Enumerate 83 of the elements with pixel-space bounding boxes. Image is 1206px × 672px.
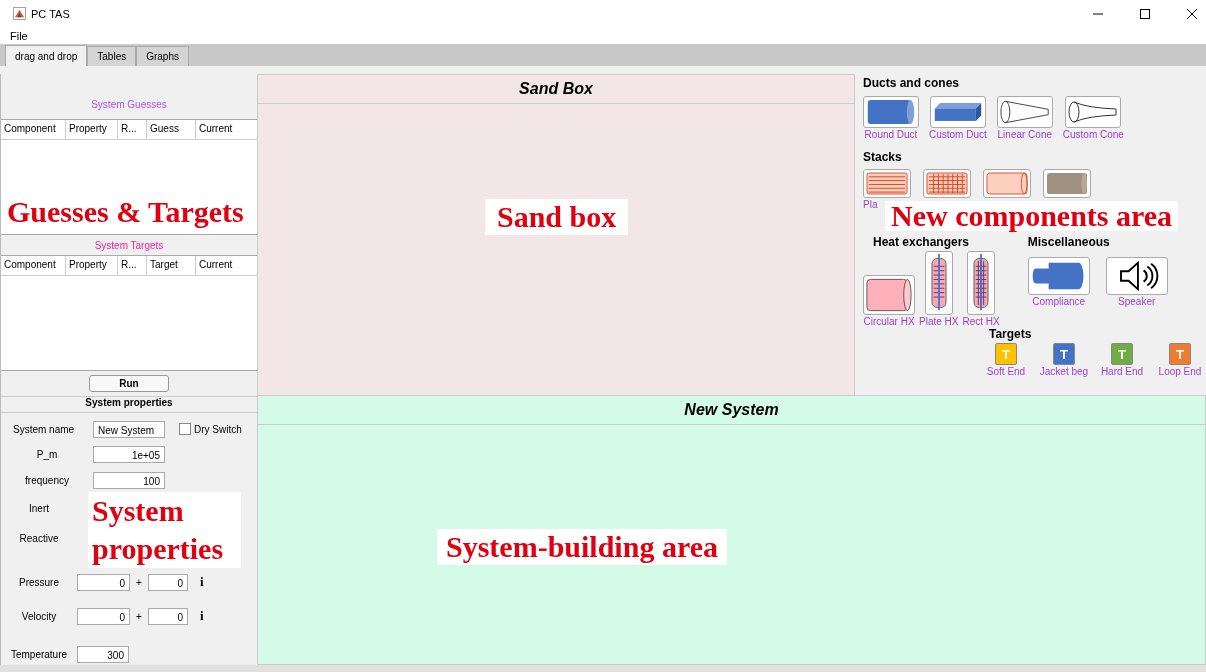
component-tile[interactable] (863, 96, 919, 128)
input-field[interactable]: 300 (77, 645, 129, 663)
component-tile[interactable] (924, 251, 953, 315)
tab[interactable]: Tables (87, 46, 137, 66)
component-tile[interactable] (996, 96, 1053, 128)
panel-title: New System (684, 401, 779, 419)
run-button[interactable]: Run (89, 375, 169, 392)
checkbox[interactable] (179, 423, 191, 435)
component-tile[interactable] (1105, 257, 1168, 295)
component-label: Circular HX (863, 316, 915, 327)
field-label: Temperature (9, 648, 69, 660)
input-field[interactable]: 1e+05 (93, 445, 165, 463)
component-label: Loop End (1158, 366, 1202, 377)
field-label: Velocity (20, 610, 58, 622)
section-heading: Stacks (863, 150, 903, 166)
section-heading: Heat exchangers (873, 235, 971, 251)
component-label: Speaker (1118, 296, 1156, 307)
annotation-label: System properties (88, 492, 241, 568)
component-label: Rect HX (962, 316, 1000, 327)
guesses-title: System Guesses (91, 99, 167, 110)
window-title: PC TAS (31, 7, 70, 20)
targets-title: System Targets (94, 239, 164, 251)
component-tile[interactable] (1043, 169, 1091, 198)
checkbox-label: Dry Switch (194, 423, 242, 435)
field-label: Pressure (18, 576, 60, 588)
input-field[interactable]: 0 (77, 607, 130, 625)
field-label: Reactive (18, 532, 60, 544)
component-label: Custom Duct (929, 129, 987, 140)
field-label: System name (12, 423, 76, 435)
component-label: Custom Cone (1062, 129, 1124, 140)
column-header[interactable]: Property (66, 120, 118, 139)
column-header[interactable]: Current (196, 120, 257, 139)
annotation-label: System-building area (437, 529, 727, 565)
component-label: Linear Cone (997, 129, 1053, 140)
component-tile[interactable] (1065, 96, 1122, 128)
column-header[interactable]: Component (1, 256, 66, 275)
column-header[interactable]: R... (118, 120, 147, 139)
column-header[interactable]: Component (1, 120, 66, 139)
section-heading: Ducts and cones (863, 76, 961, 92)
tab[interactable]: Graphs (136, 46, 189, 66)
input-field[interactable]: 0 (148, 573, 188, 591)
imaginary-unit: i (200, 608, 204, 624)
annotation-label: Sand box (485, 199, 629, 235)
target-button[interactable]: T (1053, 343, 1075, 365)
close-icon[interactable] (1187, 8, 1197, 19)
component-tile[interactable] (929, 96, 986, 128)
component-label: Compliance (1032, 296, 1086, 307)
column-header[interactable]: Current (196, 256, 257, 275)
input-field[interactable]: 0 (148, 607, 188, 625)
column-header[interactable]: Target (147, 256, 196, 275)
section-heading: Miscellaneous (1027, 235, 1111, 251)
component-label: Soft End (986, 366, 1026, 377)
plus-sign: + (135, 610, 143, 622)
column-header[interactable]: Property (66, 256, 118, 275)
component-label: Round Duct (864, 129, 918, 140)
component-label: Pla (863, 199, 878, 210)
imaginary-unit: i (200, 574, 204, 590)
field-label: P_m (35, 448, 59, 460)
component-tile[interactable] (863, 275, 915, 315)
component-tile[interactable] (1027, 257, 1090, 295)
component-label: Jacket beg (1039, 366, 1089, 377)
section-title: System properties (85, 397, 173, 410)
plus-sign: + (135, 576, 143, 588)
section-heading: Targets (989, 327, 1033, 343)
field-label: frequency (24, 474, 70, 486)
system-name-field[interactable]: New System (93, 420, 165, 438)
menu-item[interactable]: File (10, 29, 28, 42)
input-field[interactable]: 100 (93, 471, 165, 489)
component-tile[interactable] (983, 169, 1031, 198)
column-header[interactable]: Guess (147, 120, 196, 139)
panel-title: Sand Box (519, 80, 593, 98)
component-tile[interactable] (863, 169, 911, 198)
field-label: Inert (28, 502, 50, 514)
column-header[interactable]: R... (118, 256, 147, 275)
tab[interactable]: drag and drop (5, 45, 88, 66)
component-tile[interactable] (923, 169, 971, 198)
component-label: Hard End (1100, 366, 1144, 377)
maximize-icon[interactable] (1140, 8, 1150, 19)
component-label: Plate HX (919, 316, 959, 327)
component-tile[interactable] (967, 251, 996, 315)
annotation-label: New components area (885, 201, 1179, 231)
app-icon (13, 7, 26, 20)
input-field[interactable]: 0 (77, 573, 130, 591)
